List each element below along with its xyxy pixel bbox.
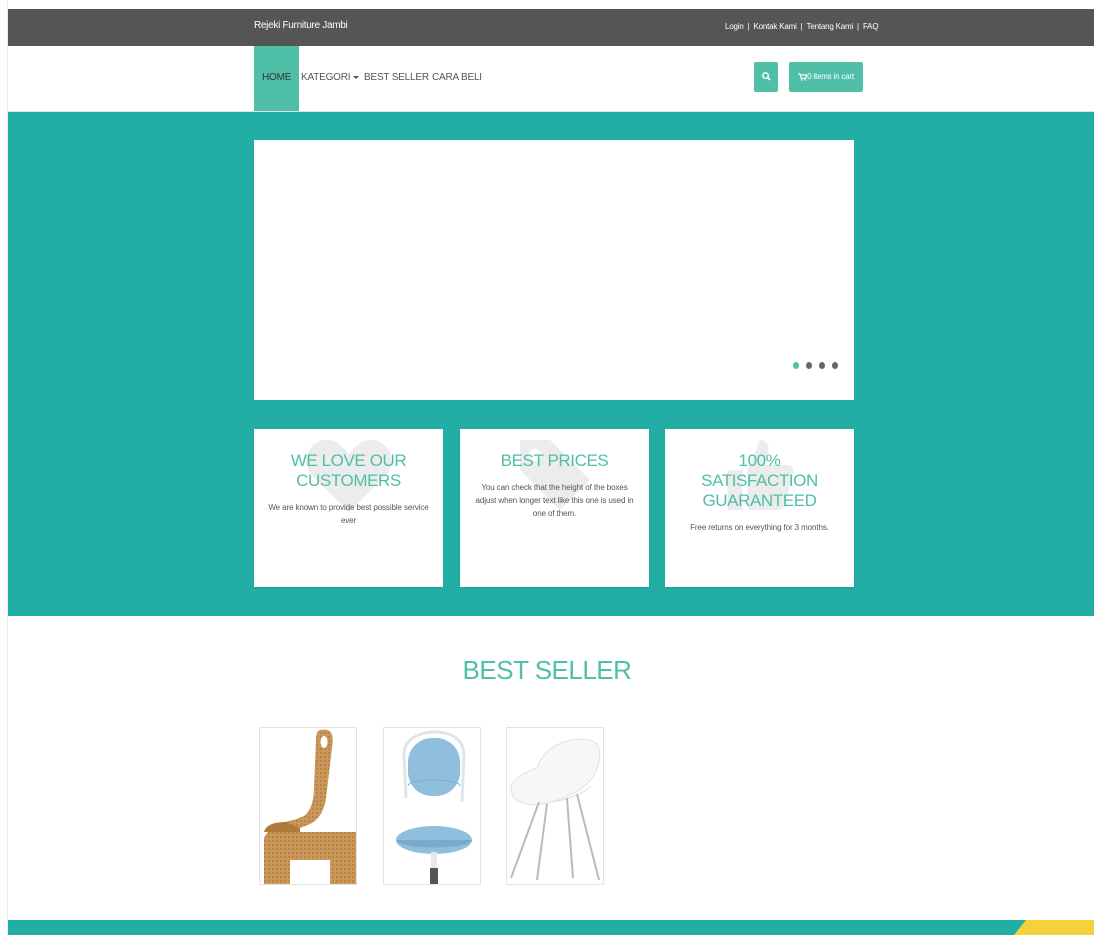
carousel-indicators: [793, 362, 838, 369]
carousel-dot[interactable]: [819, 362, 825, 369]
nav-best-seller-label: BEST SELLER: [364, 72, 429, 83]
product-wooden-chair[interactable]: [259, 727, 357, 885]
separator: |: [857, 22, 859, 31]
wooden-chair-image: [264, 729, 356, 884]
page-edge: [0, 0, 8, 935]
caret-down-icon: [353, 75, 360, 79]
blue-office-chair-image: [396, 730, 472, 884]
main-navbar: HOME KATEGORI BEST SELLER CARA BELI 0 it…: [8, 46, 1094, 112]
feature-box-satisfaction: 100% SATISFACTION GUARANTEED Free return…: [665, 429, 854, 587]
tentang-kami-link[interactable]: Tentang Kami: [807, 22, 854, 31]
white-shell-chair-image: [510, 738, 601, 881]
feature-box-prices: BEST PRICES You can check that the heigh…: [460, 429, 649, 587]
footer-bar: [8, 920, 1094, 935]
top-bar: Rejeki Furniture Jambi Login | Kontak Kami…: [8, 9, 1094, 46]
nav-cara-beli[interactable]: CARA BELI: [432, 46, 482, 111]
product-shell-chair[interactable]: [506, 727, 604, 885]
feature-title: BEST PRICES: [500, 451, 609, 470]
carousel-dot[interactable]: [832, 362, 838, 369]
faq-link[interactable]: FAQ: [863, 22, 879, 31]
feature-text: We are known to provide best possible se…: [268, 503, 429, 525]
cart-label: 0 items in cart: [807, 72, 854, 81]
search-button[interactable]: [754, 62, 778, 92]
login-link[interactable]: Login: [725, 22, 744, 31]
nav-cara-beli-label: CARA BELI: [432, 72, 482, 83]
search-icon: [761, 72, 771, 82]
hero-section: WE LOVE OUR CUSTOMERS We are known to pr…: [8, 112, 1094, 616]
feature-text: You can check that the height of the box…: [475, 483, 634, 518]
product-office-chair[interactable]: [383, 727, 481, 885]
carousel-dot[interactable]: [806, 362, 812, 369]
feature-text: Free returns on everything for 3 months.: [690, 523, 829, 532]
nav-kategori-label: KATEGORI: [301, 72, 351, 83]
carousel-dot[interactable]: [793, 362, 799, 369]
feature-title: 100% SATISFACTION GUARANTEED: [701, 451, 818, 510]
nav-kategori-dropdown[interactable]: KATEGORI: [301, 46, 360, 111]
nav-home[interactable]: HOME: [254, 46, 300, 111]
nav-home-label: HOME: [262, 72, 292, 83]
feature-title: WE LOVE OUR CUSTOMERS: [290, 451, 407, 490]
cart-icon: [798, 73, 808, 81]
top-links: Login | Kontak Kami | Tentang Kami | FAQ: [725, 22, 879, 31]
image-carousel[interactable]: [254, 140, 854, 400]
separator: |: [747, 22, 750, 31]
kontak-kami-link[interactable]: Kontak Kami: [753, 22, 796, 31]
best-seller-heading: BEST SELLER: [462, 655, 632, 685]
cart-button[interactable]: 0 items in cart: [789, 62, 863, 92]
brand-name[interactable]: Rejeki Furniture Jambi: [254, 20, 348, 31]
footer-accent: [1014, 920, 1094, 935]
feature-box-customers: WE LOVE OUR CUSTOMERS We are known to pr…: [254, 429, 443, 587]
nav-best-seller[interactable]: BEST SELLER: [364, 46, 429, 111]
separator: |: [800, 22, 803, 31]
